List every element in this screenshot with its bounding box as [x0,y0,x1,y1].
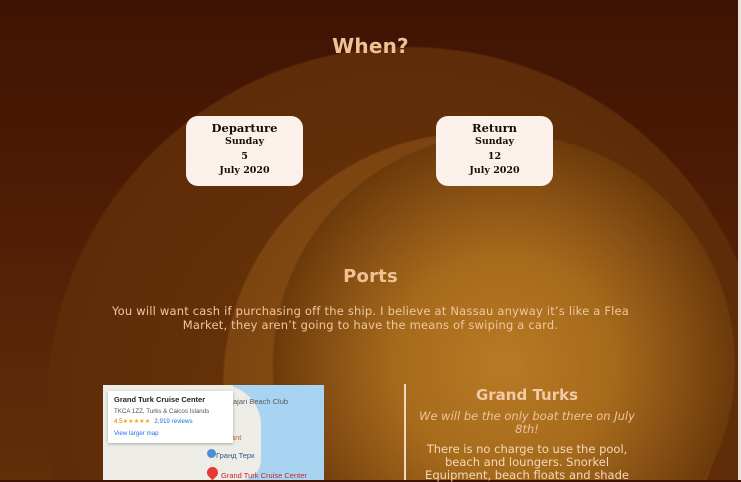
ports-heading: Ports [343,266,398,287]
port-note: We will be the only boat there on July 8… [419,409,635,436]
port-title: Grand Turks [475,386,579,404]
return-label: Return [472,121,517,135]
map-address: TKCA 1ZZ, Turks & Caicos Islands [114,408,210,415]
embedded-map[interactable]: ajari Beach Club taurant Гранд Терк Gran… [103,385,324,480]
map-place-name: Grand Turk Cruise Center [114,395,206,404]
map-label-grand: Гранд Терк [216,451,255,460]
vertical-divider [404,384,406,480]
map-rating: 4.5★★★★★ 2,919 reviews [114,417,227,427]
return-day: Sunday [475,136,514,147]
ports-description: You will want cash if purchasing off the… [111,304,630,332]
star-rating-icon: ★★★★★ [122,418,151,425]
departure-day: Sunday [225,136,264,147]
return-date: 12 [487,150,502,162]
map-label-pin: Grand Turk Cruise Center [221,471,307,480]
departure-label: Departure [211,121,278,135]
return-card: Return Sunday 12 July 2020 [436,116,553,186]
map-reviews-link[interactable]: 2,919 reviews [154,418,192,425]
map-place-card: Grand Turk Cruise Center TKCA 1ZZ, Turks… [108,391,233,443]
return-month-year: July 2020 [469,165,520,177]
when-heading: When? [332,34,409,58]
departure-date: 5 [241,150,248,162]
map-rating-value: 4.5 [114,418,123,425]
departure-card: Departure Sunday 5 July 2020 [186,116,303,186]
poi-icon[interactable] [207,449,216,458]
map-label-beach: ajari Beach Club [233,397,289,406]
departure-month-year: July 2020 [219,165,270,177]
view-larger-map-link[interactable]: View larger map [114,429,227,439]
port-text: There is no charge to use the pool, beac… [425,442,629,482]
